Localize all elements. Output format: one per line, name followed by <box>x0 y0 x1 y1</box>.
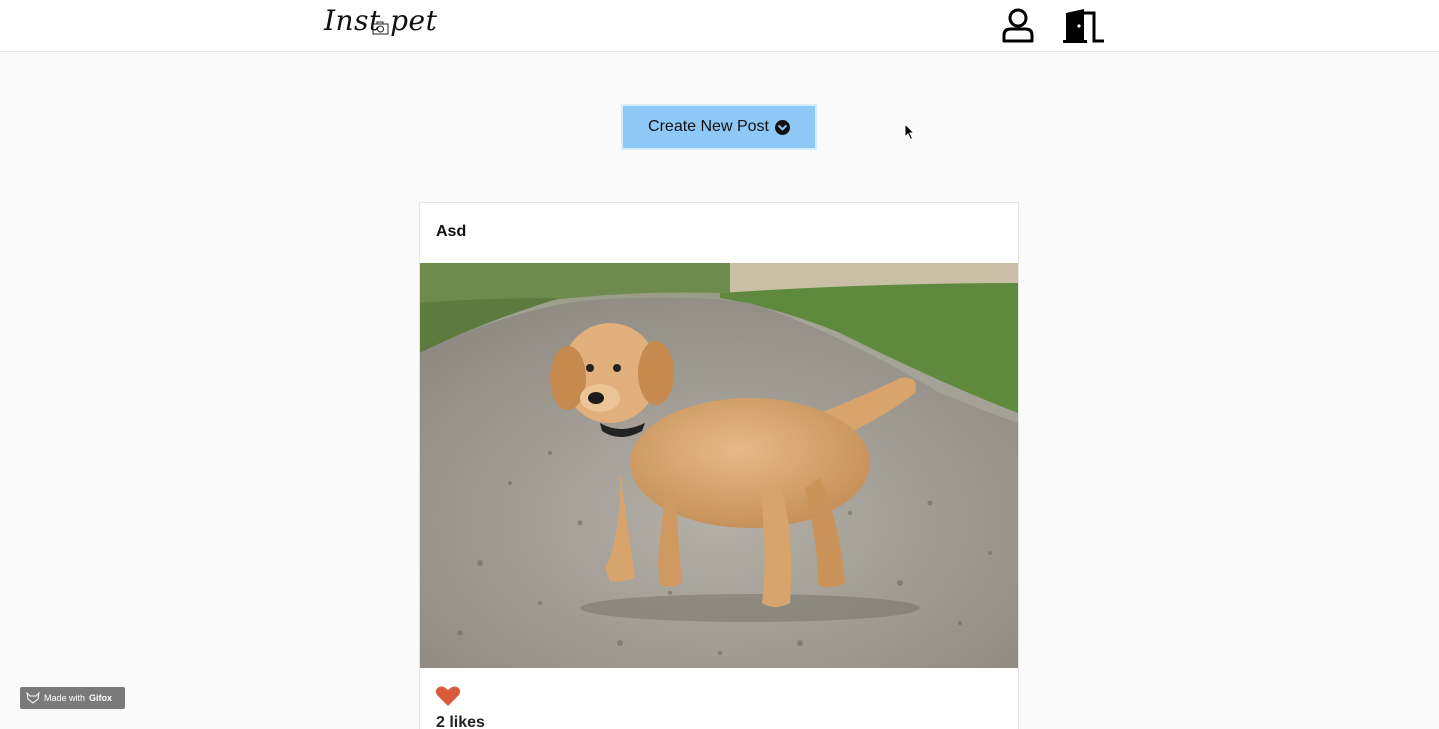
post-card: Asd 2 likes <box>419 202 1019 729</box>
create-post-label: Create New Post <box>648 118 769 135</box>
create-post-button[interactable]: Create New Post <box>621 104 817 150</box>
user-icon[interactable] <box>1000 7 1036 43</box>
camera-icon <box>372 21 389 35</box>
puppy-photo <box>420 263 1018 668</box>
heart-icon[interactable] <box>435 685 461 707</box>
gifox-watermark: Made with Gifox <box>20 687 125 709</box>
fox-icon <box>26 692 40 704</box>
top-navbar: Inst pet <box>0 0 1439 52</box>
chevron-down-circle-icon <box>774 119 790 135</box>
watermark-prefix: Made with <box>44 693 86 703</box>
likes-count: 2 likes <box>436 714 485 729</box>
post-title: Asd <box>436 223 467 240</box>
post-image[interactable] <box>420 263 1018 668</box>
watermark-brand: Gifox <box>89 693 113 703</box>
mouse-cursor-icon <box>904 123 916 141</box>
door-exit-icon[interactable] <box>1062 7 1106 45</box>
